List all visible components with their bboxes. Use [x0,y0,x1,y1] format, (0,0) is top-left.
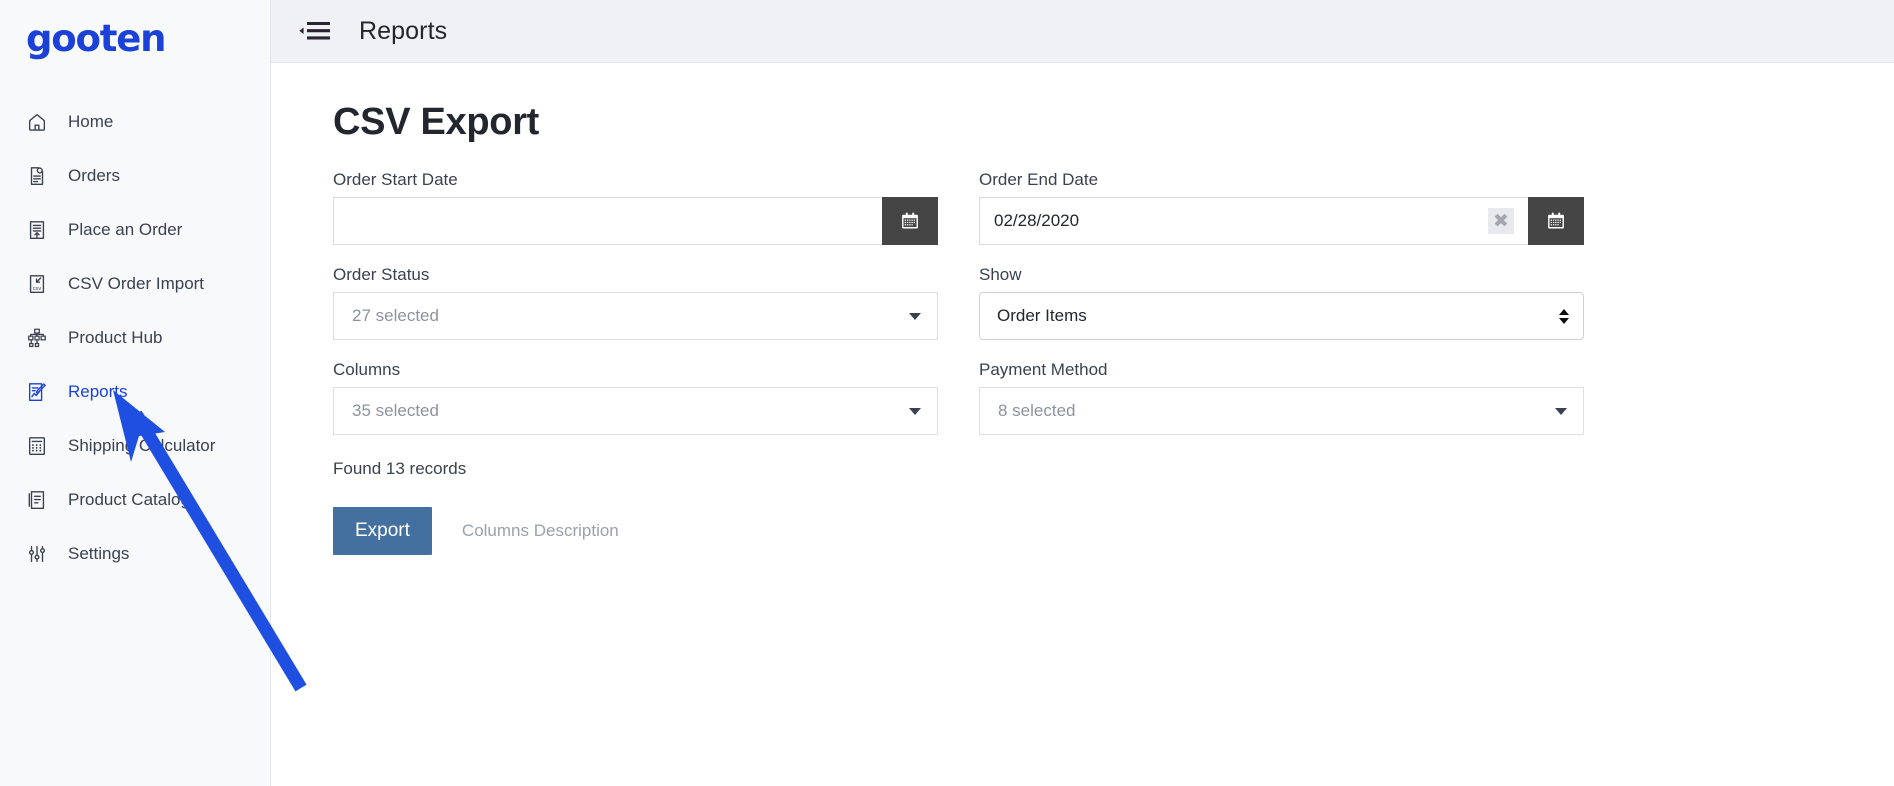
page-header-title: Reports [359,17,447,46]
order-status-select[interactable]: 27 selected [333,292,938,340]
sidebar-item-reports[interactable]: Reports [0,365,270,419]
reports-icon [24,379,50,405]
sidebar: gooten Home [0,0,271,786]
collapse-menu-icon[interactable] [295,16,335,46]
select-spinner-icon [1559,309,1569,324]
sidebar-item-settings[interactable]: Settings [0,527,270,581]
sidebar-item-label: Orders [68,166,120,186]
sidebar-item-label: CSV Order Import [68,274,204,294]
sidebar-item-place-an-order[interactable]: Place an Order [0,203,270,257]
field-payment-method: Payment Method 8 selected [979,360,1604,436]
row-gap [333,340,958,360]
show-select[interactable]: Order Items [979,292,1584,340]
svg-text:csv: csv [33,286,42,292]
clear-x-icon[interactable]: ✖ [1488,208,1514,234]
sidebar-item-label: Settings [68,544,129,564]
shipping-calculator-icon [24,433,50,459]
field-order-status: Order Status 27 selected [333,265,958,340]
columns-clip: 35 selected [333,387,958,436]
app-root: gooten Home [0,0,1894,786]
row-gap [979,340,1604,360]
chevron-down-icon [909,408,921,415]
product-hub-icon [24,325,50,351]
sidebar-item-orders[interactable]: Orders [0,149,270,203]
payment-method-select[interactable]: 8 selected [979,387,1584,435]
topbar: Reports [271,0,1894,63]
sidebar-item-label: Place an Order [68,220,182,240]
field-order-end-date: Order End Date 02/28/2020 ✖ [979,170,1604,245]
order-end-date-input[interactable]: 02/28/2020 ✖ [979,197,1528,245]
order-start-date-label: Order Start Date [333,170,958,190]
chevron-down-icon [909,313,921,320]
order-status-label: Order Status [333,265,958,285]
orders-icon [24,163,50,189]
field-show: Show Order Items [979,265,1604,340]
order-start-date-group [333,197,938,245]
show-label: Show [979,265,1604,285]
sidebar-item-label: Product Hub [68,328,163,348]
place-order-icon [24,217,50,243]
chevron-down-icon [1555,408,1567,415]
page-title: CSV Export [333,101,1894,144]
payment-method-clip: 8 selected [979,387,1604,436]
field-columns: Columns 35 selected [333,360,958,436]
export-form: Order Start Date [333,170,1604,436]
sidebar-item-product-hub[interactable]: Product Hub [0,311,270,365]
sidebar-nav: Home Orders [0,95,270,581]
settings-icon [24,541,50,567]
sidebar-item-home[interactable]: Home [0,95,270,149]
action-bar: Export Columns Description [333,507,1894,555]
payment-method-label: Payment Method [979,360,1604,380]
brand-logo[interactable]: gooten [0,0,270,57]
row-gap [979,245,1604,265]
content-panel: CSV Export Order Start Date [271,63,1894,786]
columns-description-link[interactable]: Columns Description [462,521,619,541]
sidebar-item-shipping-calculator[interactable]: Shipping Calculator [0,419,270,473]
sidebar-item-product-catalog[interactable]: Product Catalog [0,473,270,527]
order-end-date-calendar-icon[interactable] [1528,197,1584,245]
columns-label: Columns [333,360,958,380]
sidebar-item-csv-order-import[interactable]: csv CSV Order Import [0,257,270,311]
row-gap [333,245,958,265]
home-icon [24,109,50,135]
sidebar-item-label: Home [68,112,113,132]
csv-import-icon: csv [24,271,50,297]
product-catalog-icon [24,487,50,513]
export-button[interactable]: Export [333,507,432,555]
sidebar-item-label: Product Catalog [68,490,190,510]
order-end-date-group: 02/28/2020 ✖ [979,197,1584,245]
order-end-date-value: 02/28/2020 [994,211,1488,231]
order-end-date-label: Order End Date [979,170,1604,190]
show-value: Order Items [997,306,1087,326]
records-count: Found 13 records [333,459,1894,479]
order-status-value: 27 selected [352,306,439,326]
columns-value: 35 selected [352,401,439,421]
sidebar-item-label: Shipping Calculator [68,436,215,456]
columns-select[interactable]: 35 selected [333,387,938,435]
order-start-date-input[interactable] [333,197,882,245]
order-start-date-calendar-icon[interactable] [882,197,938,245]
main-area: Reports CSV Export Order Start Date [271,0,1894,786]
payment-method-value: 8 selected [998,401,1076,421]
field-order-start-date: Order Start Date [333,170,958,245]
sidebar-item-label: Reports [68,382,128,402]
